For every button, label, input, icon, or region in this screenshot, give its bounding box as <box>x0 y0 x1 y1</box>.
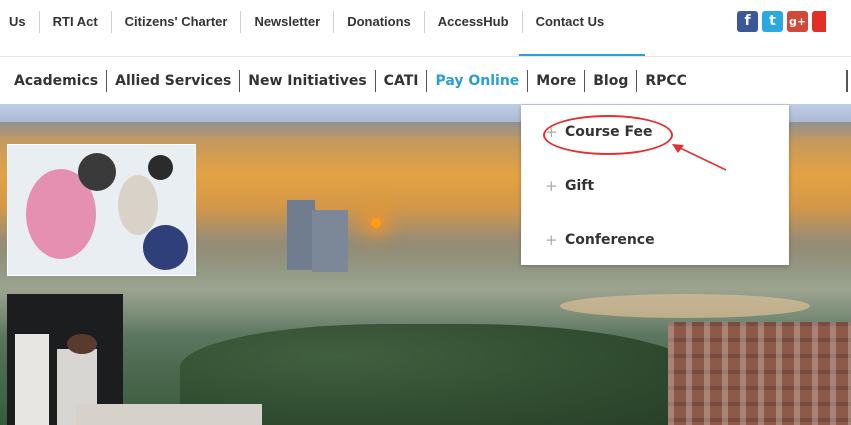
photo-figure <box>148 155 173 180</box>
hero-building <box>668 322 851 425</box>
photo-bottom-strip <box>76 404 262 425</box>
nav-item-more[interactable]: More <box>527 70 584 92</box>
top-utility-bar: Us RTI Act Citizens' Charter Newsletter … <box>0 0 851 44</box>
top-link-accesshub[interactable]: AccessHub <box>423 11 522 33</box>
twitter-icon[interactable]: t <box>762 11 783 32</box>
photo-figure <box>118 175 158 235</box>
photo-figure <box>143 225 188 270</box>
nav-item-rpcc[interactable]: RPCC <box>636 70 695 92</box>
photo-children-playing <box>7 144 196 276</box>
annotation-arrow-icon <box>672 144 727 171</box>
nav-item-academics[interactable]: Academics <box>0 70 106 92</box>
nav-item-allied-services[interactable]: Allied Services <box>106 70 239 92</box>
plus-icon: + <box>545 177 558 195</box>
photo-figure <box>15 334 49 425</box>
photo-figure <box>67 334 97 354</box>
annotation-highlight-ellipse <box>543 115 673 155</box>
social-icons: f t g+ <box>737 11 826 32</box>
top-link-contact-us[interactable]: Contact Us <box>521 11 618 33</box>
dropdown-item-conference[interactable]: + Conference <box>521 229 789 251</box>
hero-tower <box>287 200 315 270</box>
photo-figure <box>78 153 116 191</box>
hero-sun <box>371 218 381 228</box>
nav-divider <box>846 70 848 92</box>
dropdown-item-label: Conference <box>565 232 655 248</box>
dropdown-item-gift[interactable]: + Gift <box>521 175 789 197</box>
top-links: Us RTI Act Citizens' Charter Newsletter … <box>0 0 617 44</box>
top-link-donations[interactable]: Donations <box>333 11 424 33</box>
nav-item-cati[interactable]: CATI <box>374 70 427 92</box>
nav-item-blog[interactable]: Blog <box>584 70 636 92</box>
dropdown-item-label: Gift <box>565 178 595 194</box>
top-link-us[interactable]: Us <box>0 11 39 33</box>
top-link-newsletter[interactable]: Newsletter <box>240 11 333 33</box>
youtube-icon[interactable] <box>812 11 826 32</box>
plus-icon: + <box>545 231 558 249</box>
nav-item-new-initiatives[interactable]: New Initiatives <box>239 70 374 92</box>
googleplus-icon[interactable]: g+ <box>787 11 808 32</box>
facebook-icon[interactable]: f <box>737 11 758 32</box>
hero-tower <box>312 210 348 272</box>
nav-item-pay-online[interactable]: Pay Online <box>426 70 527 92</box>
top-link-citizens-charter[interactable]: Citizens' Charter <box>110 11 241 33</box>
main-nav: Academics Allied Services New Initiative… <box>0 56 851 105</box>
top-link-rti-act[interactable]: RTI Act <box>38 11 111 33</box>
hero-river <box>560 294 810 318</box>
